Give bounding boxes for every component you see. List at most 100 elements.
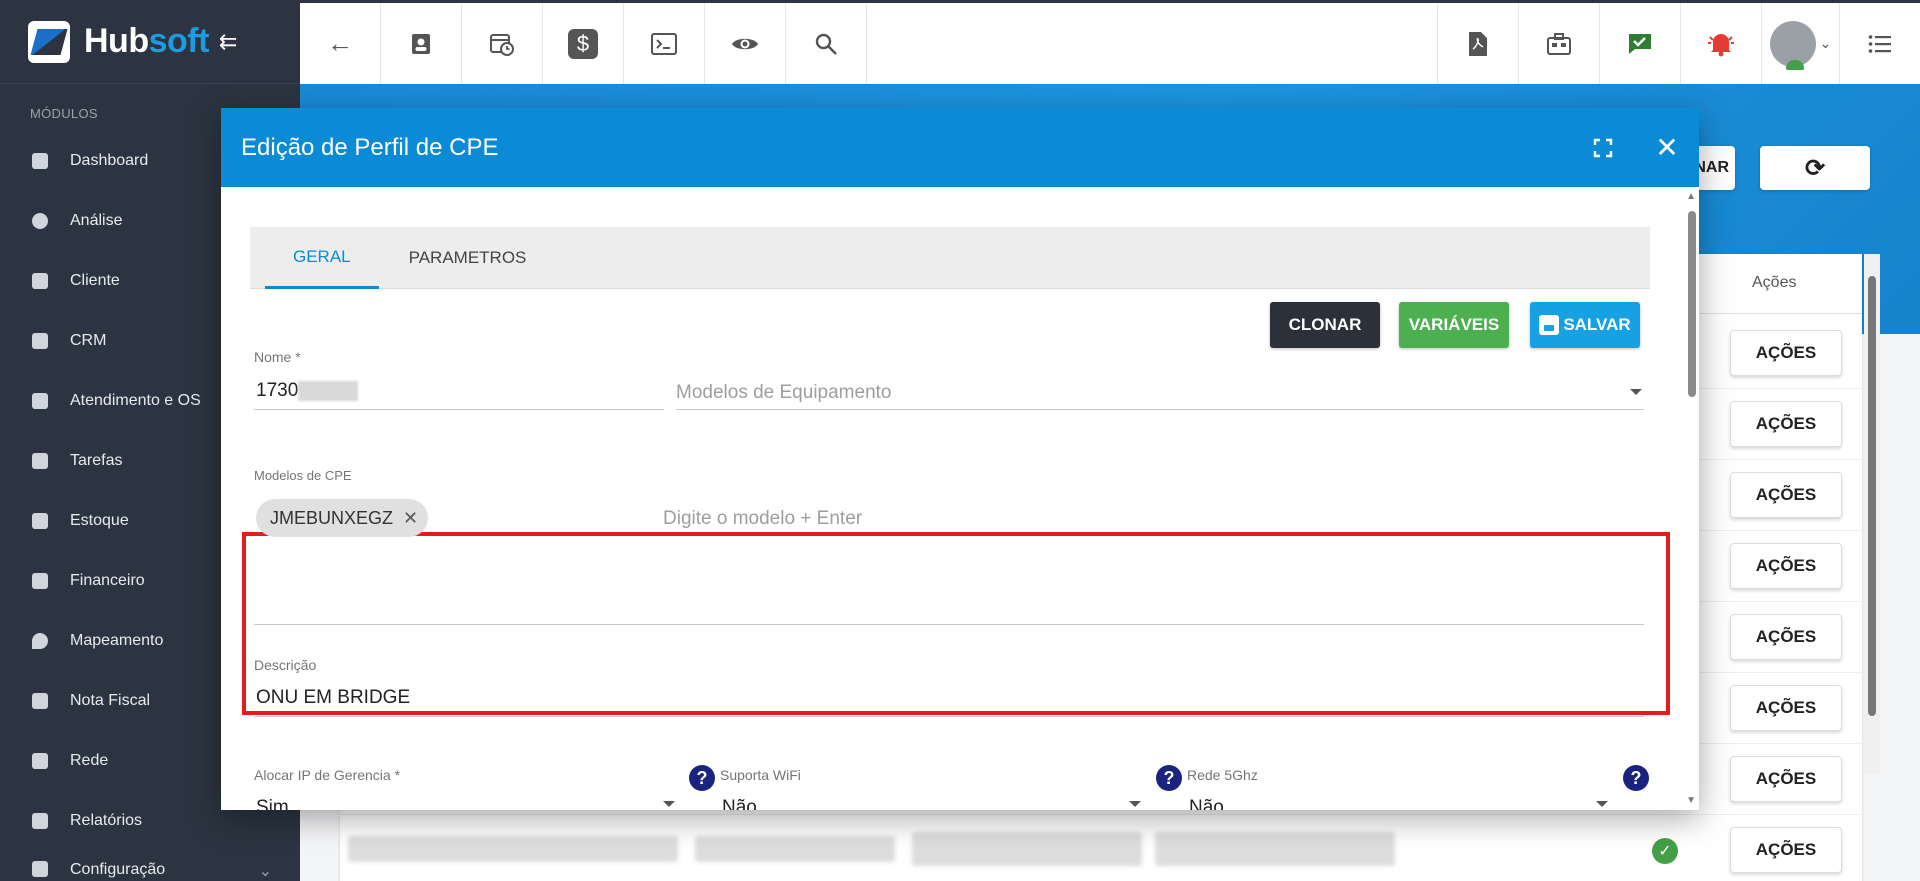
- band-action-label: NAR: [1694, 159, 1729, 176]
- sidebar-item-label: Dashboard: [70, 152, 149, 169]
- nome-field[interactable]: 1730: [256, 380, 359, 402]
- top-bar-right: ⌄: [1437, 3, 1920, 84]
- alocar-ip-select[interactable]: Sim: [256, 797, 289, 810]
- top-bar: ← $ ⌄: [300, 0, 1920, 84]
- tab-geral[interactable]: GERAL: [265, 227, 379, 289]
- fullscreen-icon[interactable]: [1571, 108, 1635, 187]
- brand-name: Hubsoft: [84, 22, 209, 61]
- equipment-models-select[interactable]: Modelos de Equipamento: [676, 382, 891, 404]
- descricao-field[interactable]: ONU EM BRIDGE: [256, 687, 410, 709]
- row-actions-button[interactable]: AÇÕES: [1730, 685, 1842, 731]
- sidebar-item-label: Tarefas: [70, 452, 123, 469]
- row-actions-label: AÇÕES: [1755, 414, 1817, 433]
- sidebar-item-configuracao[interactable]: Configuração ⌄: [0, 851, 300, 881]
- list-menu-icon[interactable]: [1839, 3, 1920, 84]
- modal-scrollbar[interactable]: ▲ ▼: [1683, 187, 1699, 810]
- brand[interactable]: Hubsoft ⇇: [0, 0, 300, 84]
- brand-name-soft: soft: [148, 22, 210, 60]
- sidebar-item-label: Atendimento e OS: [70, 392, 201, 409]
- suporta-wifi-label: Suporta WiFi: [720, 767, 801, 783]
- row-actions-button[interactable]: AÇÕES: [1730, 827, 1842, 873]
- nome-label: Nome *: [254, 349, 301, 365]
- help-icon[interactable]: ?: [689, 765, 715, 791]
- sidebar-item-label: Rede: [70, 752, 109, 769]
- row-actions-button[interactable]: AÇÕES: [1730, 401, 1842, 447]
- redacted-text: [298, 380, 359, 401]
- modal-body: GERAL PARAMETROS CLONAR VARIÁVEIS SALVAR…: [221, 187, 1699, 810]
- nome-underline: [254, 409, 664, 410]
- scroll-down-icon[interactable]: ▼: [1686, 795, 1696, 806]
- row-actions-label: AÇÕES: [1755, 840, 1817, 859]
- chevron-down-icon[interactable]: [1129, 801, 1141, 807]
- pdf-icon[interactable]: [1437, 3, 1518, 84]
- save-button-label: SALVAR: [1563, 315, 1631, 334]
- remove-chip-icon[interactable]: ✕: [403, 508, 418, 529]
- cpe-model-chip-label: JMEBUNXEGZ: [270, 507, 394, 528]
- row-actions-button[interactable]: AÇÕES: [1730, 614, 1842, 660]
- terminal-icon[interactable]: [624, 3, 705, 84]
- help-icon[interactable]: ?: [1156, 765, 1182, 791]
- collapse-sidebar-icon[interactable]: ⇇: [219, 29, 237, 55]
- refresh-button[interactable]: ⟳: [1760, 146, 1870, 190]
- background-scrollbar[interactable]: [1864, 254, 1880, 774]
- nome-value: 1730: [256, 380, 299, 401]
- sidebar-item-label: Estoque: [70, 512, 129, 529]
- chat-check-icon[interactable]: [1599, 3, 1680, 84]
- building-icon[interactable]: [1518, 3, 1599, 84]
- sidebar-item-label: Mapeamento: [70, 632, 164, 649]
- sidebar-item-label: Configuração: [70, 861, 166, 878]
- chevron-down-icon[interactable]: [1596, 801, 1608, 807]
- dashboard-icon: [32, 153, 48, 169]
- box-icon: [32, 513, 48, 529]
- redacted-cell: [695, 836, 895, 862]
- hubsoft-logo: [28, 20, 70, 63]
- suporta-wifi-select[interactable]: Não: [722, 797, 757, 810]
- dollar-icon[interactable]: $: [543, 3, 624, 84]
- alarm-bell-icon[interactable]: [1680, 3, 1761, 84]
- modal-title: Edição de Perfil de CPE: [241, 133, 499, 161]
- pie-chart-icon: [32, 213, 48, 229]
- floppy-disk-icon: [1539, 315, 1560, 335]
- row-actions-button[interactable]: AÇÕES: [1730, 472, 1842, 518]
- money-icon: [32, 573, 48, 589]
- chevron-down-icon[interactable]: [1630, 389, 1642, 395]
- search-icon[interactable]: [786, 3, 867, 84]
- sidebar-item-label: CRM: [70, 332, 107, 349]
- cpe-model-chip[interactable]: JMEBUNXEGZ ✕: [256, 499, 429, 537]
- row-actions-button[interactable]: AÇÕES: [1730, 543, 1842, 589]
- back-arrow-icon[interactable]: ←: [300, 3, 381, 84]
- clone-button[interactable]: CLONAR: [1270, 302, 1380, 348]
- rede-5ghz-select[interactable]: Não: [1189, 797, 1224, 810]
- chevron-down-icon: ⌄: [1819, 35, 1832, 51]
- tab-parametros[interactable]: PARAMETROS: [381, 227, 555, 289]
- cpe-model-underline: [254, 624, 1644, 625]
- user-menu[interactable]: ⌄: [1761, 3, 1839, 84]
- calendar-clock-icon[interactable]: [462, 3, 543, 84]
- descricao-underline: [254, 716, 1644, 717]
- tab-bar: GERAL PARAMETROS: [250, 227, 1650, 289]
- rede-5ghz-label: Rede 5Ghz: [1187, 767, 1258, 783]
- cpe-model-input[interactable]: Digite o modelo + Enter: [663, 508, 862, 530]
- row-actions-button[interactable]: AÇÕES: [1730, 330, 1842, 376]
- row-actions-label: AÇÕES: [1755, 343, 1817, 362]
- sidebar-item-label: Financeiro: [70, 572, 145, 589]
- sidebar-item-label: Análise: [70, 212, 123, 229]
- descricao-label: Descrição: [254, 657, 317, 673]
- sidebar-item-label: Relatórios: [70, 812, 143, 829]
- modelos-cpe-label: Modelos de CPE: [254, 468, 352, 483]
- sidebar-item-label: Nota Fiscal: [70, 692, 151, 709]
- column-header-acoes: Ações: [1752, 274, 1797, 291]
- save-button[interactable]: SALVAR: [1530, 302, 1640, 348]
- calendar-icon: [32, 453, 48, 469]
- close-icon[interactable]: ✕: [1635, 108, 1699, 187]
- row-actions-button[interactable]: AÇÕES: [1730, 756, 1842, 802]
- scroll-up-icon[interactable]: ▲: [1686, 191, 1696, 202]
- calendar-clock-icon: [32, 393, 48, 409]
- contact-card-icon[interactable]: [381, 3, 462, 84]
- eye-icon[interactable]: [705, 3, 786, 84]
- help-icon[interactable]: ?: [1623, 765, 1649, 791]
- variables-button[interactable]: VARIÁVEIS: [1399, 302, 1509, 348]
- row-actions-label: AÇÕES: [1755, 485, 1817, 504]
- chevron-down-icon[interactable]: [663, 801, 675, 807]
- avatar: [1769, 20, 1816, 70]
